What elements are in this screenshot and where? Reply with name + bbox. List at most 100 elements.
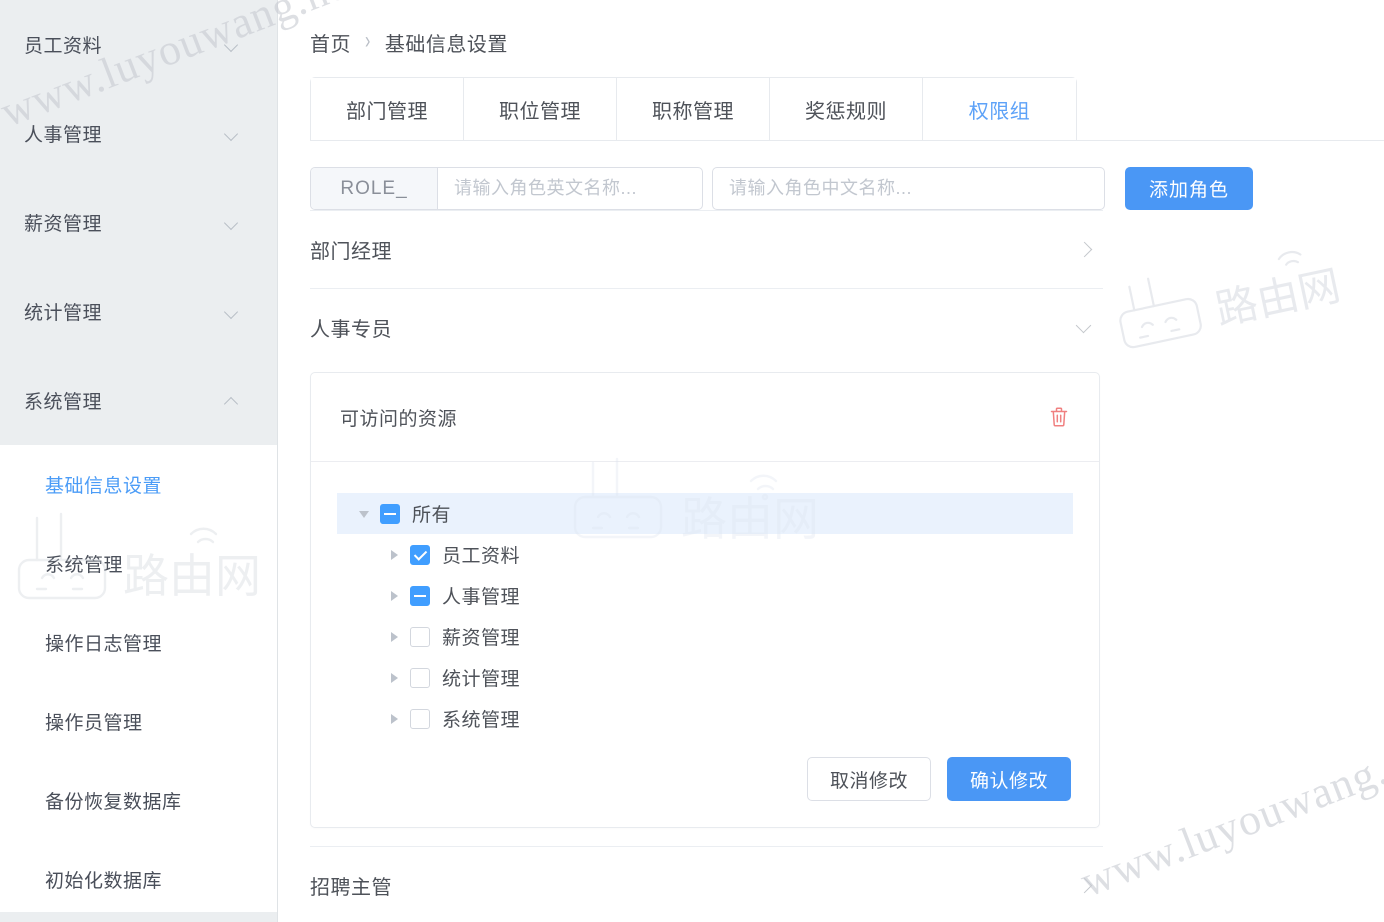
sidebar-item-operator-management[interactable]: 操作员管理 xyxy=(0,682,277,761)
tab-permission-group[interactable]: 权限组 xyxy=(923,78,1076,140)
role-name: 部门经理 xyxy=(310,235,1075,264)
resource-panel-title: 可访问的资源 xyxy=(340,404,1045,431)
role-cn-name-group xyxy=(712,167,1105,210)
tab-department-management[interactable]: 部门管理 xyxy=(311,78,464,140)
sidebar-item-system-management[interactable]: 系统管理 xyxy=(0,524,277,603)
caret-right-icon[interactable] xyxy=(386,546,404,564)
confirm-changes-button[interactable]: 确认修改 xyxy=(947,757,1071,801)
add-role-button[interactable]: 添加角色 xyxy=(1125,167,1253,210)
chevron-right-icon xyxy=(1075,876,1095,896)
main-content: 首页 › 基础信息设置 部门管理 职位管理 职称管理 奖惩规则 权限 xyxy=(279,0,1384,922)
breadcrumb: 首页 › 基础信息设置 xyxy=(279,22,1384,62)
sidebar-bottom-strip xyxy=(0,912,278,922)
role-accordion: 部门经理 人事专员 可访问的资源 xyxy=(310,210,1103,922)
caret-right-icon[interactable] xyxy=(386,587,404,605)
tabs: 部门管理 职位管理 职称管理 奖惩规则 权限组 xyxy=(310,77,1077,141)
tree-node-system-management[interactable]: 系统管理 xyxy=(337,698,1073,739)
sidebar-item-basic-info-settings[interactable]: 基础信息设置 xyxy=(0,445,277,524)
sidebar-group-system[interactable]: 系统管理 xyxy=(0,356,277,445)
tree-node-label: 统计管理 xyxy=(442,664,520,691)
sidebar-group-label: 员工资料 xyxy=(24,31,225,58)
role-en-name-input[interactable] xyxy=(438,168,702,209)
tree-node-statistics-management[interactable]: 统计管理 xyxy=(337,657,1073,698)
sidebar-item-label: 系统管理 xyxy=(45,550,123,577)
chevron-down-icon xyxy=(225,127,239,141)
sidebar-group-label: 薪资管理 xyxy=(24,209,225,236)
sidebar-item-label: 初始化数据库 xyxy=(45,866,162,893)
role-name: 招聘主管 xyxy=(310,871,1075,900)
panel-actions: 取消修改 确认修改 xyxy=(337,739,1073,805)
chevron-down-icon xyxy=(225,38,239,52)
tree-checkbox[interactable] xyxy=(410,545,430,565)
sidebar: 员工资料 人事管理 薪资管理 统计管理 系统管理 基础信息设置 系统管理 xyxy=(0,0,278,922)
role-row-hr-specialist[interactable]: 人事专员 xyxy=(310,288,1103,366)
tree-node-label: 人事管理 xyxy=(442,582,520,609)
role-panel-hr-specialist: 可访问的资源 xyxy=(310,366,1103,846)
tree-node-label: 系统管理 xyxy=(442,705,520,732)
sidebar-group-statistics[interactable]: 统计管理 xyxy=(0,267,277,356)
tab-title-management[interactable]: 职称管理 xyxy=(617,78,770,140)
tree-checkbox[interactable] xyxy=(410,709,430,729)
sidebar-group-salary[interactable]: 薪资管理 xyxy=(0,178,277,267)
resource-panel: 可访问的资源 xyxy=(310,372,1100,828)
role-row-recruitment-supervisor[interactable]: 招聘主管 xyxy=(310,846,1103,922)
tree-checkbox[interactable] xyxy=(410,586,430,606)
tree-checkbox[interactable] xyxy=(380,504,400,524)
sidebar-group-employee[interactable]: 员工资料 xyxy=(0,0,277,89)
sidebar-item-label: 基础信息设置 xyxy=(45,471,162,498)
role-cn-name-input[interactable] xyxy=(713,168,1104,209)
tabs-container: 部门管理 职位管理 职称管理 奖惩规则 权限组 xyxy=(279,77,1384,141)
tab-label: 部门管理 xyxy=(346,95,428,124)
tree-node-hr-management[interactable]: 人事管理 xyxy=(337,575,1073,616)
breadcrumb-current: 基础信息设置 xyxy=(385,28,508,57)
chevron-down-icon xyxy=(225,305,239,319)
tab-position-management[interactable]: 职位管理 xyxy=(464,78,617,140)
resource-panel-header: 可访问的资源 xyxy=(311,373,1099,462)
role-prefix-addon: ROLE_ xyxy=(311,168,438,209)
tree-node-label: 薪资管理 xyxy=(442,623,520,650)
caret-right-icon[interactable] xyxy=(386,710,404,728)
tree-checkbox[interactable] xyxy=(410,627,430,647)
sidebar-group-hr[interactable]: 人事管理 xyxy=(0,89,277,178)
role-name: 人事专员 xyxy=(310,313,1075,342)
tree-node-employee-data[interactable]: 员工资料 xyxy=(337,534,1073,575)
chevron-down-icon xyxy=(1075,318,1095,338)
tab-label: 奖惩规则 xyxy=(805,95,887,124)
sidebar-group-label: 统计管理 xyxy=(24,298,225,325)
sidebar-item-label: 操作日志管理 xyxy=(45,629,162,656)
caret-right-icon[interactable] xyxy=(386,628,404,646)
chevron-right-icon xyxy=(1075,240,1095,260)
tab-label: 权限组 xyxy=(969,95,1031,124)
chevron-up-icon xyxy=(225,394,239,408)
caret-down-icon[interactable] xyxy=(356,505,374,523)
role-row-department-manager[interactable]: 部门经理 xyxy=(310,210,1103,288)
sidebar-item-label: 备份恢复数据库 xyxy=(45,787,182,814)
add-role-bar: ROLE_ 添加角色 xyxy=(310,167,1253,210)
cancel-changes-button[interactable]: 取消修改 xyxy=(807,757,931,801)
sidebar-group-label: 系统管理 xyxy=(24,387,225,414)
tab-label: 职位管理 xyxy=(499,95,581,124)
delete-role-button[interactable] xyxy=(1045,402,1073,432)
role-en-name-group: ROLE_ xyxy=(310,167,703,210)
app-root: 员工资料 人事管理 薪资管理 统计管理 系统管理 基础信息设置 系统管理 xyxy=(0,0,1384,922)
breadcrumb-separator-icon: › xyxy=(365,29,371,56)
sidebar-item-operation-log[interactable]: 操作日志管理 xyxy=(0,603,277,682)
sidebar-item-backup-restore-db[interactable]: 备份恢复数据库 xyxy=(0,761,277,840)
tree-checkbox[interactable] xyxy=(410,668,430,688)
tree-node-all[interactable]: 所有 xyxy=(337,493,1073,534)
sidebar-group-label: 人事管理 xyxy=(24,120,225,147)
tree-node-salary-management[interactable]: 薪资管理 xyxy=(337,616,1073,657)
sidebar-item-init-db[interactable]: 初始化数据库 xyxy=(0,840,277,919)
sidebar-item-label: 操作员管理 xyxy=(45,708,143,735)
tab-reward-punishment-rules[interactable]: 奖惩规则 xyxy=(770,78,923,140)
tree-node-label: 员工资料 xyxy=(442,541,520,568)
breadcrumb-home[interactable]: 首页 xyxy=(310,28,351,57)
tree-node-label: 所有 xyxy=(412,500,451,527)
tab-label: 职称管理 xyxy=(652,95,734,124)
resource-panel-body: 所有 员工资料 人事管理 xyxy=(311,462,1099,827)
resource-tree: 所有 员工资料 人事管理 xyxy=(337,493,1073,739)
sidebar-submenu-system: 基础信息设置 系统管理 操作日志管理 操作员管理 备份恢复数据库 初始化数据库 xyxy=(0,445,277,919)
chevron-down-icon xyxy=(225,216,239,230)
caret-right-icon[interactable] xyxy=(386,669,404,687)
trash-icon xyxy=(1049,416,1069,431)
